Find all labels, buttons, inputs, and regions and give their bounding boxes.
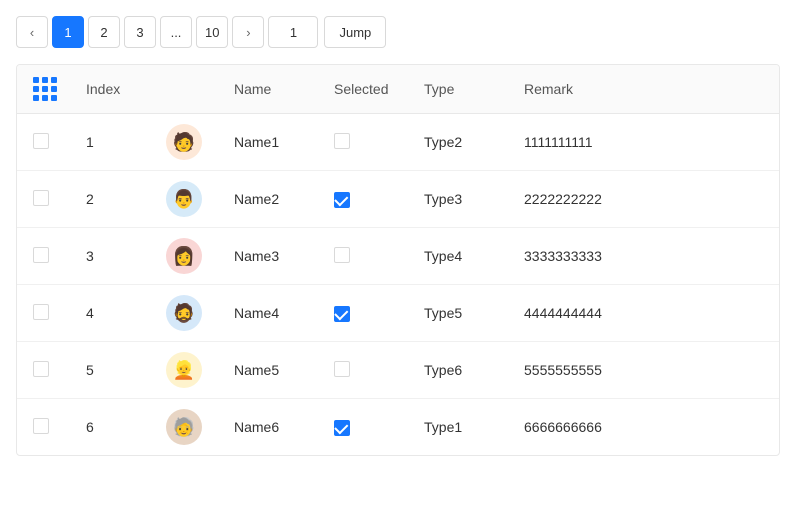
row-selected-checkbox[interactable] — [334, 192, 350, 208]
next-page-button[interactable]: › — [232, 16, 264, 48]
row-avatar: 🧑 — [166, 124, 202, 160]
table-row: 6 🧓 Name6 Type16666666666 — [17, 399, 779, 456]
page-ellipsis: ... — [160, 16, 192, 48]
table-header-row: Index Name Selected Type Remark — [17, 65, 779, 114]
row-remark: 1111111111 — [508, 114, 779, 171]
table-body: 1 🧑 Name1 Type21111111111 2 👨 Name2 Type3222222… — [17, 114, 779, 456]
page-wrapper: ‹ 1 2 3 ... 10 › Jump — [0, 0, 796, 472]
row-type: Type6 — [408, 342, 508, 399]
page-button-3[interactable]: 3 — [124, 16, 156, 48]
table-row: 2 👨 Name2 Type32222222222 — [17, 171, 779, 228]
pagination: ‹ 1 2 3 ... 10 › Jump — [16, 16, 780, 48]
row-selected-checkbox[interactable] — [334, 361, 350, 377]
row-name: Name2 — [218, 171, 318, 228]
grid-icon — [33, 77, 54, 101]
grid-dot — [42, 77, 48, 83]
data-table: Index Name Selected Type Remark 1 🧑 Name1 T… — [17, 65, 779, 455]
row-remark: 4444444444 — [508, 285, 779, 342]
page-button-1[interactable]: 1 — [52, 16, 84, 48]
row-checkbox[interactable] — [33, 190, 49, 206]
row-type: Type2 — [408, 114, 508, 171]
page-button-10[interactable]: 10 — [196, 16, 228, 48]
row-checkbox[interactable] — [33, 361, 49, 377]
grid-dot — [51, 77, 57, 83]
table-row: 4 🧔 Name4 Type54444444444 — [17, 285, 779, 342]
row-remark: 2222222222 — [508, 171, 779, 228]
row-checkbox[interactable] — [33, 304, 49, 320]
table-row: 1 🧑 Name1 Type21111111111 — [17, 114, 779, 171]
row-selected-checkbox[interactable] — [334, 133, 350, 149]
row-name: Name5 — [218, 342, 318, 399]
jump-input-wrapper: Jump — [268, 16, 386, 48]
col-index-header: Index — [70, 65, 150, 114]
row-index: 3 — [70, 228, 150, 285]
col-type-header: Type — [408, 65, 508, 114]
row-index: 6 — [70, 399, 150, 456]
row-name: Name3 — [218, 228, 318, 285]
grid-dot — [51, 95, 57, 101]
row-type: Type4 — [408, 228, 508, 285]
row-avatar: 🧔 — [166, 295, 202, 331]
jump-page-input[interactable] — [268, 16, 318, 48]
row-avatar: 🧓 — [166, 409, 202, 445]
col-remark-header: Remark — [508, 65, 779, 114]
row-index: 4 — [70, 285, 150, 342]
grid-dot — [33, 95, 39, 101]
row-avatar: 👩 — [166, 238, 202, 274]
row-name: Name6 — [218, 399, 318, 456]
col-selected-header: Selected — [318, 65, 408, 114]
row-selected-checkbox[interactable] — [334, 306, 350, 322]
row-index: 5 — [70, 342, 150, 399]
jump-button[interactable]: Jump — [324, 16, 386, 48]
row-remark: 5555555555 — [508, 342, 779, 399]
row-checkbox[interactable] — [33, 418, 49, 434]
grid-dot — [33, 86, 39, 92]
row-type: Type3 — [408, 171, 508, 228]
row-type: Type5 — [408, 285, 508, 342]
row-name: Name4 — [218, 285, 318, 342]
row-checkbox[interactable] — [33, 133, 49, 149]
prev-page-button[interactable]: ‹ — [16, 16, 48, 48]
row-index: 2 — [70, 171, 150, 228]
table-row: 5 👱 Name5 Type65555555555 — [17, 342, 779, 399]
page-button-2[interactable]: 2 — [88, 16, 120, 48]
row-avatar: 👨 — [166, 181, 202, 217]
row-index: 1 — [70, 114, 150, 171]
col-grid-header — [17, 65, 70, 114]
row-selected-checkbox[interactable] — [334, 247, 350, 263]
row-remark: 6666666666 — [508, 399, 779, 456]
row-avatar: 👱 — [166, 352, 202, 388]
grid-dot — [33, 77, 39, 83]
row-checkbox[interactable] — [33, 247, 49, 263]
grid-dot — [42, 86, 48, 92]
col-name-header: Name — [218, 65, 318, 114]
row-remark: 3333333333 — [508, 228, 779, 285]
table-container: Index Name Selected Type Remark 1 🧑 Name1 T… — [16, 64, 780, 456]
row-name: Name1 — [218, 114, 318, 171]
table-row: 3 👩 Name3 Type43333333333 — [17, 228, 779, 285]
grid-dot — [42, 95, 48, 101]
row-selected-checkbox[interactable] — [334, 420, 350, 436]
grid-dot — [51, 86, 57, 92]
col-avatar-header — [150, 65, 218, 114]
row-type: Type1 — [408, 399, 508, 456]
